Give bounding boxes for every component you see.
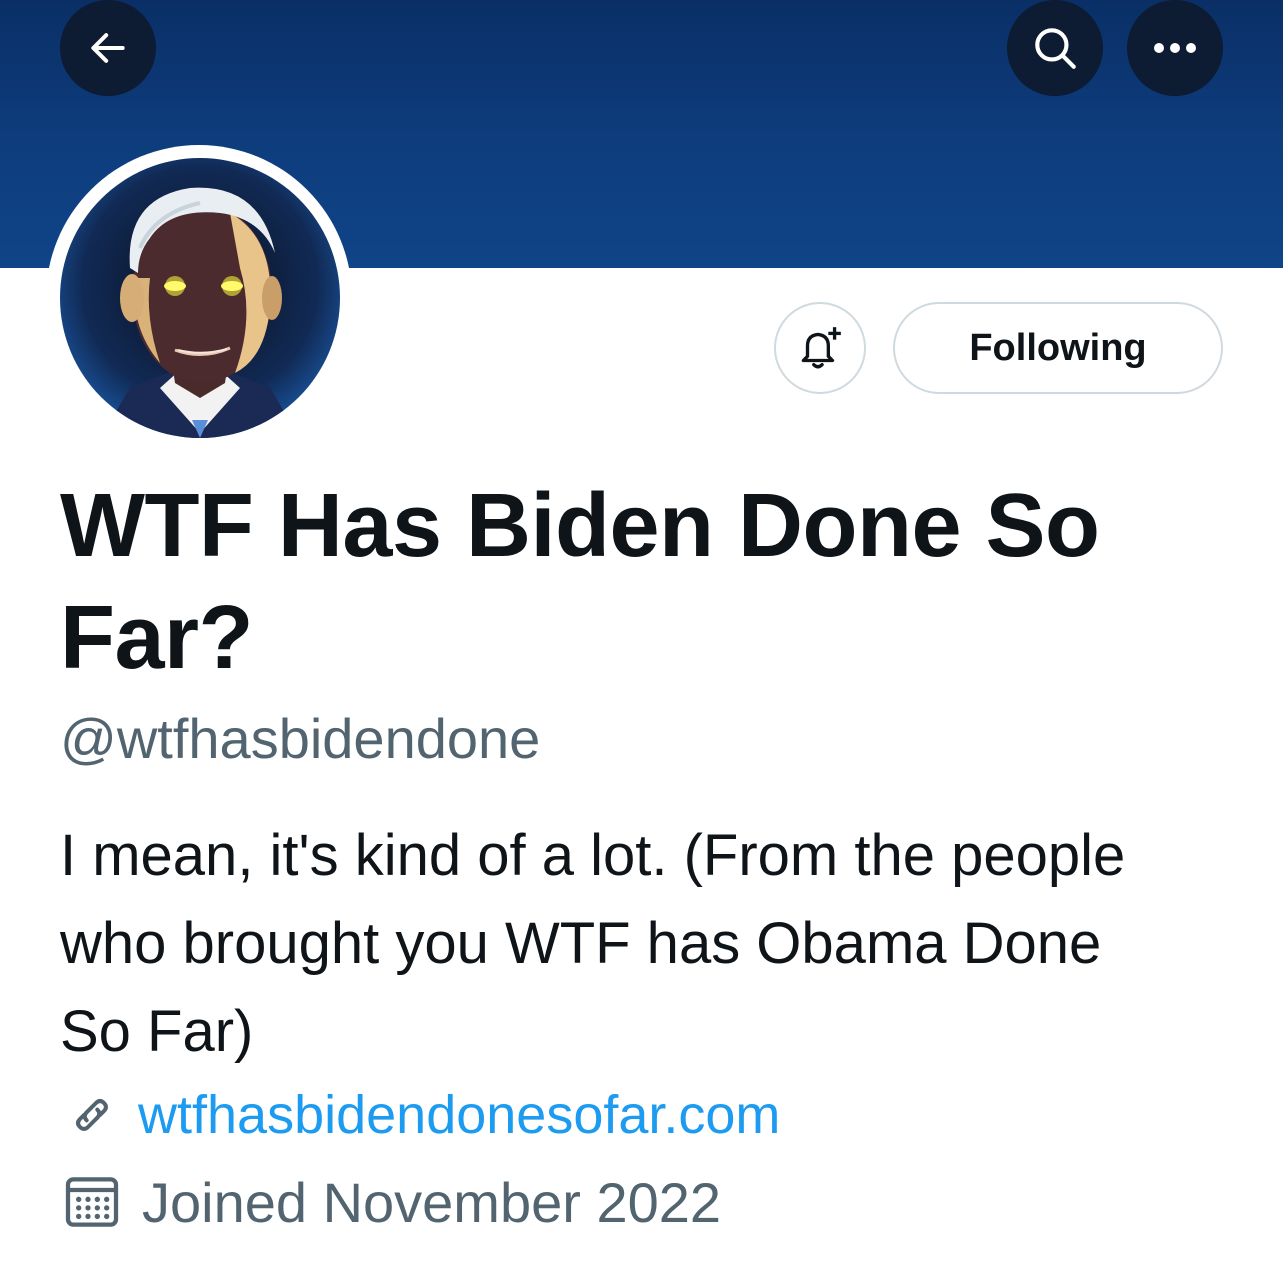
joined-date: Joined November 2022	[142, 1170, 722, 1234]
joined-row: Joined November 2022	[60, 1166, 721, 1238]
bell-plus-icon	[801, 327, 841, 369]
search-icon	[1035, 28, 1076, 69]
link-icon	[76, 1099, 108, 1131]
profile-handle: @wtfhasbidendone	[60, 707, 541, 770]
following-button[interactable]: Following	[893, 302, 1223, 394]
search-button[interactable]	[1007, 0, 1103, 96]
arrow-left-icon	[91, 33, 125, 63]
display-name: WTF Has Biden Done So Far?	[60, 476, 1100, 688]
website-row: wtfhasbidendonesofar.com	[60, 1080, 780, 1150]
back-button[interactable]	[60, 0, 156, 96]
avatar[interactable]	[60, 158, 340, 438]
calendar-icon	[65, 1177, 119, 1227]
website-link[interactable]: wtfhasbidendonesofar.com	[138, 1084, 780, 1146]
more-horizontal-icon	[1154, 43, 1196, 53]
more-options-button[interactable]	[1127, 0, 1223, 96]
profile-bio: I mean, it's kind of a lot. (From the pe…	[60, 823, 1126, 1064]
notifications-button[interactable]	[774, 302, 866, 394]
